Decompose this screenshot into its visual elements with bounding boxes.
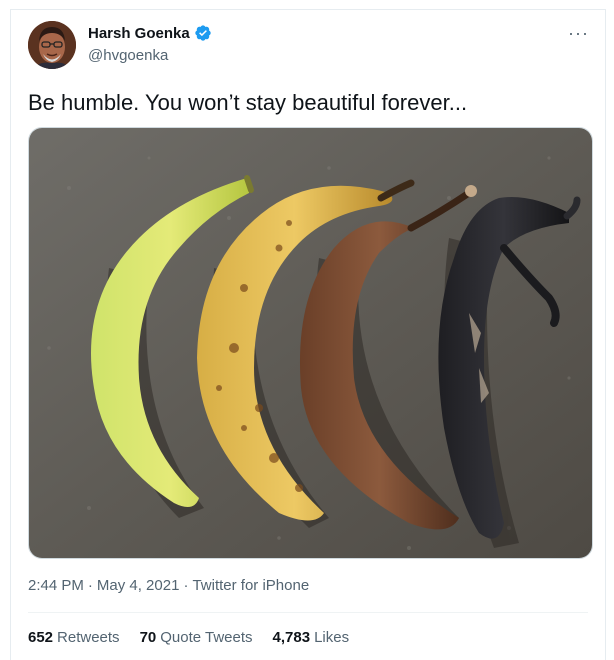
likes-label: Likes [314, 629, 350, 646]
likes-count: 4,783 [272, 629, 311, 646]
retweets-stat[interactable]: 652 Retweets [28, 629, 120, 646]
tweet-source[interactable]: Twitter for iPhone [192, 577, 309, 594]
tweet-stats: 652 Retweets 70 Quote Tweets 4,783 Likes [28, 629, 349, 646]
likes-stat[interactable]: 4,783 Likes [273, 629, 350, 646]
more-options-icon[interactable]: ··· [568, 24, 589, 42]
tweet-media-image[interactable] [28, 127, 593, 559]
retweets-label: Retweets [57, 629, 120, 646]
retweets-count: 652 [28, 629, 54, 646]
tweet-date[interactable]: May 4, 2021 [97, 577, 180, 594]
quote-tweets-count: 70 [139, 629, 157, 646]
tweet-meta: 2:44 PM · May 4, 2021 · Twitter for iPho… [28, 577, 309, 594]
tweet-time[interactable]: 2:44 PM [28, 577, 84, 594]
meta-separator: · [183, 577, 189, 594]
quote-tweets-label: Quote Tweets [160, 629, 253, 646]
quote-tweets-stat[interactable]: 70 Quote Tweets [140, 629, 253, 646]
divider [28, 612, 588, 613]
author-display-name[interactable]: Harsh Goenka [88, 25, 190, 42]
tweet-card: Harsh Goenka @hvgoenka ··· Be humble. Yo… [10, 9, 606, 660]
tweet-text: Be humble. You won’t stay beautiful fore… [28, 90, 468, 115]
meta-separator: · [87, 577, 93, 594]
author-handle[interactable]: @hvgoenka [88, 47, 168, 64]
author-name-row[interactable]: Harsh Goenka [88, 24, 212, 42]
avatar[interactable] [28, 21, 76, 69]
verified-badge-icon [194, 24, 212, 42]
